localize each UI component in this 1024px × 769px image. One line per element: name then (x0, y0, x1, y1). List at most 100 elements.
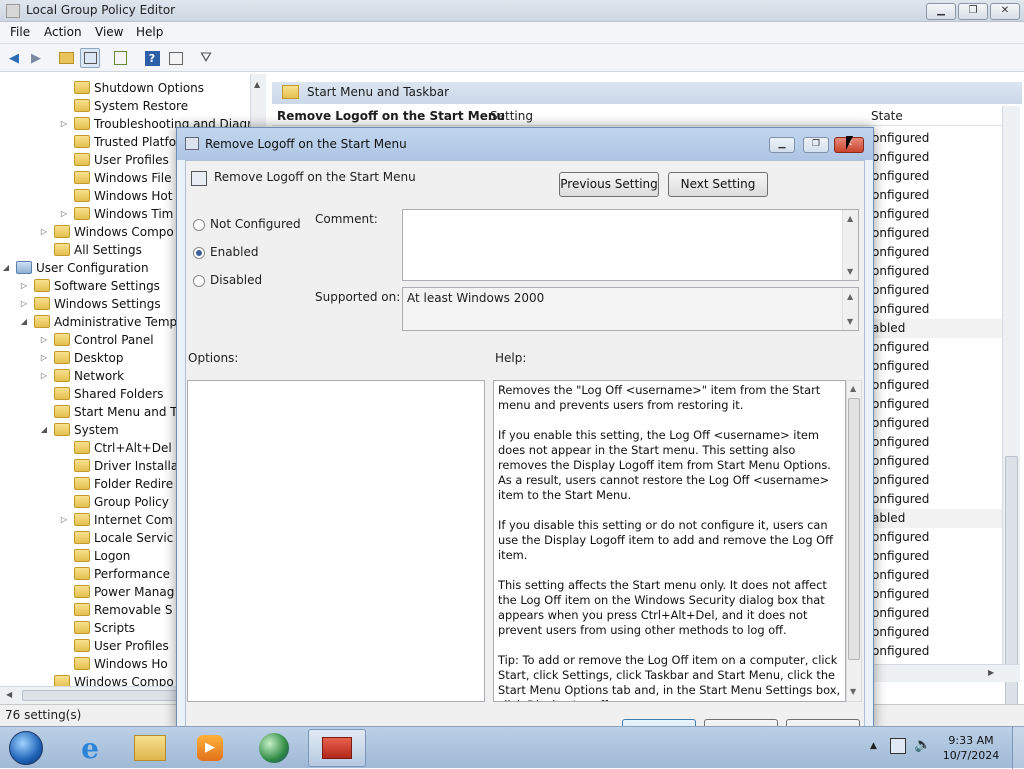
setting-state-cell[interactable]: onfigured (872, 604, 1002, 623)
setting-state-cell[interactable]: onfigured (872, 547, 1002, 566)
setting-state-cell[interactable]: onfigured (872, 129, 1002, 148)
filter-icon[interactable]: ⛛ (196, 48, 216, 68)
next-setting-button[interactable]: Next Setting (668, 172, 768, 197)
setting-state-cell[interactable]: onfigured (872, 395, 1002, 414)
clock[interactable]: 9:33 AM 10/7/2024 (936, 733, 1006, 763)
show-hide-tree-icon[interactable] (80, 48, 100, 68)
radio-disabled[interactable] (193, 275, 205, 287)
expand-arrow-icon[interactable]: ▷ (39, 367, 49, 385)
settings-vertical-scrollbar[interactable] (1002, 106, 1020, 756)
minimize-button[interactable]: ▁ (926, 3, 956, 20)
dialog-minimize-button[interactable]: ▁ (769, 137, 795, 153)
expand-arrow-icon[interactable]: ▷ (59, 205, 69, 223)
comment-scrollbar[interactable]: ▲ ▼ (842, 210, 858, 280)
scroll-right-icon[interactable]: ▶ (988, 668, 994, 677)
setting-state-cell[interactable]: onfigured (872, 490, 1002, 509)
settings-horizontal-scrollbar[interactable]: ▶ (868, 664, 1020, 682)
collapse-arrow-icon[interactable]: ◢ (1, 259, 11, 277)
tree-item[interactable]: System Restore (0, 97, 265, 115)
setting-state-cell[interactable]: onfigured (872, 623, 1002, 642)
internet-explorer-icon[interactable]: e (64, 729, 116, 767)
media-player-icon[interactable]: ▶ (184, 729, 236, 767)
tree-item[interactable]: Shutdown Options (0, 79, 265, 97)
start-orb[interactable] (0, 729, 52, 767)
network-tray-icon[interactable] (890, 738, 906, 754)
volume-icon[interactable]: 🔈 (914, 737, 931, 753)
folder-icon (74, 549, 90, 562)
setting-state-cell[interactable]: onfigured (872, 376, 1002, 395)
scroll-up-icon[interactable]: ▲ (850, 384, 856, 393)
setting-state-cell[interactable]: onfigured (872, 186, 1002, 205)
expand-arrow-icon[interactable]: ▷ (59, 115, 69, 133)
network-globe-icon[interactable] (248, 729, 300, 767)
setting-state-cell[interactable]: abled (872, 319, 1002, 338)
column-setting[interactable]: Setting (490, 109, 533, 123)
folder-icon (54, 369, 70, 382)
menu-action[interactable]: Action (44, 25, 82, 39)
scroll-up-icon[interactable]: ▲ (847, 214, 853, 223)
menu-view[interactable]: View (95, 25, 123, 39)
folder-icon (74, 657, 90, 670)
setting-state-cell[interactable]: onfigured (872, 471, 1002, 490)
radio-enabled[interactable] (193, 247, 205, 259)
back-arrow-icon[interactable]: ◀ (4, 48, 24, 68)
setting-state-cell[interactable]: onfigured (872, 433, 1002, 452)
setting-state-cell[interactable]: onfigured (872, 243, 1002, 262)
collapse-arrow-icon[interactable]: ◢ (19, 313, 29, 331)
scroll-down-icon[interactable]: ▼ (850, 687, 856, 696)
export-list-icon[interactable] (110, 48, 130, 68)
menu-file[interactable]: File (10, 25, 30, 39)
scroll-down-icon[interactable]: ▼ (847, 267, 853, 276)
setting-state-cell[interactable]: onfigured (872, 414, 1002, 433)
setting-state-cell[interactable]: onfigured (872, 566, 1002, 585)
scroll-left-icon[interactable]: ◀ (6, 690, 12, 699)
maximize-button[interactable]: ❐ (958, 3, 988, 20)
policy-icon (185, 137, 199, 150)
radio-not-configured[interactable] (193, 219, 205, 231)
expand-arrow-icon[interactable]: ▷ (39, 331, 49, 349)
setting-state-cell[interactable]: onfigured (872, 528, 1002, 547)
help-scrollbar[interactable]: ▲ ▼ (846, 380, 862, 702)
dialog-maximize-button[interactable]: ❐ (803, 137, 829, 153)
properties-icon[interactable] (166, 48, 186, 68)
setting-state-cell[interactable]: onfigured (872, 585, 1002, 604)
help-icon[interactable]: ? (142, 48, 162, 68)
up-folder-icon[interactable] (56, 48, 76, 68)
previous-setting-button[interactable]: Previous Setting (559, 172, 659, 197)
column-state[interactable]: State (871, 109, 903, 123)
setting-state-cell[interactable]: onfigured (872, 338, 1002, 357)
folder-icon (74, 531, 90, 544)
setting-state-cell[interactable]: onfigured (872, 148, 1002, 167)
setting-state-cell[interactable]: onfigured (872, 262, 1002, 281)
expand-arrow-icon[interactable]: ▷ (59, 511, 69, 529)
folder-icon (74, 189, 90, 202)
comment-field[interactable]: ▲ ▼ (402, 209, 859, 281)
setting-state-cell[interactable]: abled (872, 509, 1002, 528)
setting-state-cell[interactable]: onfigured (872, 357, 1002, 376)
show-desktop-button[interactable] (1012, 727, 1024, 769)
windows-explorer-icon[interactable] (124, 729, 176, 767)
setting-state-cell[interactable]: onfigured (872, 224, 1002, 243)
expand-arrow-icon[interactable]: ▷ (19, 295, 29, 313)
setting-state-cell[interactable]: onfigured (872, 452, 1002, 471)
close-button[interactable]: ✕ (990, 3, 1020, 20)
scroll-thumb[interactable] (848, 398, 860, 660)
expand-arrow-icon[interactable]: ▷ (39, 349, 49, 367)
collapse-arrow-icon[interactable]: ◢ (39, 421, 49, 439)
expand-arrow-icon[interactable]: ▷ (19, 277, 29, 295)
scroll-up-icon[interactable]: ▲ (254, 80, 260, 89)
supported-scrollbar[interactable]: ▲ ▼ (842, 288, 858, 330)
setting-state-cell[interactable]: onfigured (872, 300, 1002, 319)
setting-state-cell[interactable]: onfigured (872, 205, 1002, 224)
menu-help[interactable]: Help (136, 25, 163, 39)
scroll-up-icon[interactable]: ▲ (847, 292, 853, 301)
setting-state-cell[interactable]: onfigured (872, 642, 1002, 661)
setting-state-cell[interactable]: onfigured (872, 167, 1002, 186)
show-hidden-icons[interactable]: ▲ (870, 741, 877, 751)
folder-icon (74, 153, 90, 166)
scroll-down-icon[interactable]: ▼ (847, 317, 853, 326)
toolbox-icon[interactable] (308, 729, 366, 767)
forward-arrow-icon[interactable]: ▶ (26, 48, 46, 68)
setting-state-cell[interactable]: onfigured (872, 281, 1002, 300)
expand-arrow-icon[interactable]: ▷ (39, 223, 49, 241)
